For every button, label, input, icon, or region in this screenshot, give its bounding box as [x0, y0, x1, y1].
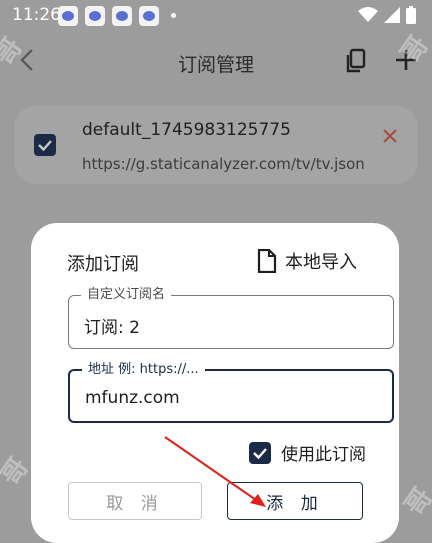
- subscription-name-value: 订阅: 2: [84, 318, 140, 338]
- dialog-title: 添加订阅: [67, 254, 139, 275]
- close-icon[interactable]: [380, 126, 400, 146]
- baidu-notification-icon: [85, 6, 105, 26]
- check-icon: [38, 140, 52, 152]
- baidu-notification-icon: [58, 6, 78, 26]
- app-bar: 订阅管理: [0, 32, 432, 90]
- add-subscription-dialog: 添加订阅 本地导入 自定义订阅名 订阅: 2 地址 例: https://...…: [31, 223, 399, 543]
- local-import-button[interactable]: 本地导入: [257, 248, 357, 274]
- battery-icon: [406, 6, 416, 24]
- paste-icon[interactable]: [344, 48, 370, 74]
- subscription-name-field[interactable]: 自定义订阅名 订阅: 2: [68, 287, 394, 349]
- subscription-address-field[interactable]: 地址 例: https://... mfunz.com: [68, 362, 394, 423]
- use-subscription-label: 使用此订阅: [281, 445, 366, 465]
- use-subscription-checkbox[interactable]: [249, 441, 271, 464]
- subscription-address-value: mfunz.com: [85, 388, 180, 408]
- subscription-item[interactable]: default_1745983125775 https://g.statican…: [14, 106, 418, 184]
- watermark: 哥: [399, 482, 432, 522]
- subscription-name-label: 自定义订阅名: [81, 287, 172, 303]
- file-icon: [257, 249, 277, 273]
- signal-icon: [384, 7, 400, 23]
- wifi-icon: [358, 7, 378, 22]
- subscription-address-label: 地址 例: https://...: [82, 362, 205, 378]
- local-import-label: 本地导入: [285, 252, 357, 273]
- use-subscription-row[interactable]: 使用此订阅: [249, 440, 366, 465]
- cancel-button[interactable]: 取 消: [68, 482, 202, 520]
- status-time: 11:26: [12, 5, 61, 25]
- check-icon: [253, 447, 267, 459]
- status-bar: 11:26: [0, 0, 432, 32]
- subscription-name: default_1745983125775: [82, 120, 291, 140]
- status-icons: [358, 6, 416, 24]
- more-notifications-dot: [171, 13, 176, 18]
- baidu-notification-icon: [112, 6, 132, 26]
- subscription-url: https://g.staticanalyzer.com/tv/tv.json: [82, 155, 365, 173]
- baidu-notification-icon: [139, 6, 159, 26]
- add-button[interactable]: 添 加: [227, 482, 363, 520]
- subscription-checkbox[interactable]: [34, 134, 56, 156]
